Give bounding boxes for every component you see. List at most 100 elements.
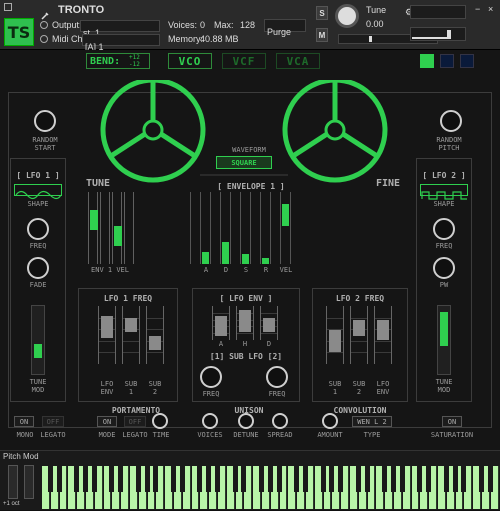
lfo2-freq-knob[interactable] <box>433 218 455 240</box>
tune-step-bar[interactable] <box>114 226 122 246</box>
envelope-bar[interactable] <box>202 252 209 264</box>
lfo2-shape-display[interactable] <box>420 184 468 200</box>
black-key[interactable] <box>267 466 273 492</box>
black-key[interactable] <box>118 466 124 492</box>
tab-vco[interactable]: VCO <box>168 53 212 69</box>
max-value[interactable]: 128 <box>240 20 255 30</box>
black-key[interactable] <box>320 466 326 492</box>
fader-handle[interactable] <box>377 320 389 340</box>
fader-track[interactable] <box>146 306 164 364</box>
black-key[interactable] <box>479 466 484 492</box>
sub-lfo1-freq-knob[interactable] <box>200 366 222 388</box>
envelope-bar[interactable] <box>222 242 229 264</box>
tune-step-bar[interactable] <box>90 210 98 230</box>
black-key[interactable] <box>56 466 62 492</box>
black-key[interactable] <box>294 466 300 492</box>
bend-down-value[interactable]: -12 <box>129 61 140 68</box>
bend-up-value[interactable]: +12 <box>129 54 140 61</box>
bend-control[interactable]: BEND: +12 -12 <box>86 53 150 69</box>
black-key[interactable] <box>206 466 212 492</box>
unison-spread-knob[interactable] <box>272 413 288 429</box>
close-icon[interactable] <box>4 3 12 11</box>
fader-handle[interactable] <box>215 316 227 336</box>
black-key[interactable] <box>276 466 282 492</box>
unison-detune-knob[interactable] <box>238 413 254 429</box>
random-pitch-knob[interactable] <box>440 110 462 132</box>
fader-handle[interactable] <box>101 316 113 338</box>
fader-handle[interactable] <box>125 318 137 332</box>
black-key[interactable] <box>179 466 185 492</box>
pitch-wheel[interactable] <box>8 465 18 499</box>
mono-on-button[interactable]: ON <box>14 416 34 427</box>
lfo1-freq-faders[interactable] <box>98 306 164 364</box>
close-x-icon[interactable]: × <box>488 4 493 14</box>
fader-handle[interactable] <box>329 330 341 352</box>
convolution-type-select[interactable]: WEN L 2 <box>352 416 392 427</box>
black-key[interactable] <box>417 466 423 492</box>
portamento-time-knob[interactable] <box>152 413 168 429</box>
black-key[interactable] <box>259 466 264 492</box>
black-key[interactable] <box>329 466 335 492</box>
black-key[interactable] <box>452 466 458 492</box>
fader-handle[interactable] <box>353 320 365 336</box>
color-swatch-blue[interactable] <box>440 54 454 68</box>
black-key[interactable] <box>171 466 176 492</box>
tab-vcf[interactable]: VCF <box>222 53 266 69</box>
black-key[interactable] <box>338 466 344 492</box>
black-key[interactable] <box>91 466 97 492</box>
fader-track[interactable] <box>122 306 140 364</box>
minimize-icon[interactable]: − <box>475 4 480 14</box>
mod-wheel[interactable] <box>24 465 34 499</box>
black-key[interactable] <box>364 466 370 492</box>
envelope-sliders[interactable] <box>190 192 306 264</box>
mute-button[interactable]: M <box>316 28 328 42</box>
black-key[interactable] <box>426 466 432 492</box>
tune-knob[interactable] <box>335 4 359 28</box>
portamento-mode-on-button[interactable]: ON <box>97 416 117 427</box>
black-key[interactable] <box>153 466 159 492</box>
envelope-bar[interactable] <box>282 204 289 226</box>
portamento-legato-off-button[interactable]: OFF <box>124 416 146 427</box>
black-key[interactable] <box>443 466 449 492</box>
black-key[interactable] <box>461 466 467 492</box>
black-key[interactable] <box>303 466 308 492</box>
lfo2-tune-mod-slider[interactable] <box>437 305 451 375</box>
black-key[interactable] <box>232 466 238 492</box>
waveform-select[interactable]: SQUARE <box>216 156 272 169</box>
unison-voices-knob[interactable] <box>202 413 218 429</box>
fader-handle[interactable] <box>239 310 251 332</box>
purge-button[interactable]: Purge <box>264 19 306 37</box>
lfo2-pw-knob[interactable] <box>433 257 455 279</box>
solo-button[interactable]: S <box>316 6 328 20</box>
black-key[interactable] <box>47 466 53 492</box>
lfo1-fade-knob[interactable] <box>27 257 49 279</box>
black-key[interactable] <box>355 466 361 492</box>
black-key[interactable] <box>197 466 203 492</box>
sub-lfo2-freq-knob[interactable] <box>266 366 288 388</box>
volume-slider[interactable] <box>410 27 466 41</box>
output-select[interactable]: st. 1 <box>80 20 160 38</box>
color-swatch-green[interactable] <box>420 54 434 68</box>
fader-handle[interactable] <box>149 336 161 350</box>
lfo-env-faders[interactable] <box>212 306 278 340</box>
black-key[interactable] <box>135 466 141 492</box>
black-key[interactable] <box>83 466 88 492</box>
saturation-on-button[interactable]: ON <box>442 416 462 427</box>
black-key[interactable] <box>215 466 220 492</box>
midi-select[interactable]: [A] 1 <box>82 34 160 52</box>
lfo1-freq-knob[interactable] <box>27 218 49 240</box>
envelope-bar[interactable] <box>242 254 249 264</box>
black-key[interactable] <box>109 466 115 492</box>
black-key[interactable] <box>144 466 150 492</box>
fader-handle[interactable] <box>263 318 275 332</box>
tune-step-sequencer[interactable] <box>88 192 134 264</box>
lfo1-shape-display[interactable] <box>14 184 62 200</box>
black-key[interactable] <box>487 466 493 492</box>
piano-keyboard[interactable] <box>42 451 499 511</box>
octave-label[interactable]: +1 oct <box>3 501 20 507</box>
black-key[interactable] <box>391 466 396 492</box>
lfo2-freq-faders[interactable] <box>326 306 392 364</box>
color-swatch-navy[interactable] <box>460 54 474 68</box>
legato-off-button[interactable]: OFF <box>42 416 64 427</box>
lfo1-tune-mod-slider[interactable] <box>31 305 45 375</box>
